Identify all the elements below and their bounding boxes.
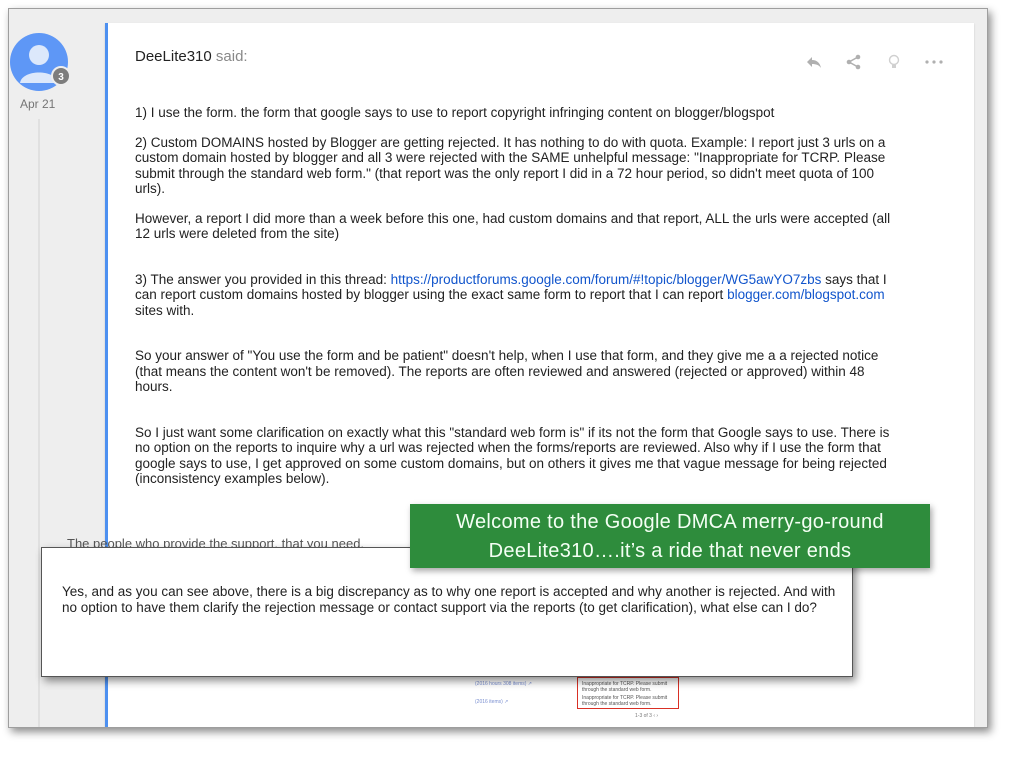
post-body: 1) I use the form. the form that google … <box>135 105 905 487</box>
post-count-badge: 3 <box>51 66 71 86</box>
post-header: DeeLite310 said: <box>135 48 248 65</box>
share-icon[interactable] <box>844 52 864 72</box>
mini-msg-2: Inappropriate for TCRP. Please submit th… <box>582 695 668 707</box>
paragraph-4: 3) The answer you provided in this threa… <box>135 272 905 319</box>
more-options-icon[interactable] <box>924 52 944 72</box>
post-actions <box>804 52 944 72</box>
mini-pagination[interactable]: 1-3 of 3 ‹ › <box>635 713 658 719</box>
idea-bulb-icon[interactable] <box>884 52 904 72</box>
reply-text: Yes, and as you can see above, there is … <box>62 584 836 615</box>
rejection-highlight: Inappropriate for TCRP. Please submit th… <box>577 677 679 709</box>
annotation-banner: Welcome to the Google DMCA merry-go-roun… <box>410 504 930 568</box>
paragraph-4-text: 3) The answer you provided in this threa… <box>135 271 391 287</box>
paragraph-4-text-end: sites with. <box>135 302 195 318</box>
paragraph-2: 2) Custom DOMAINS hosted by Blogger are … <box>135 134 886 197</box>
author-name[interactable]: DeeLite310 <box>135 48 212 65</box>
blogger-link[interactable]: blogger.com/blogspot.com <box>727 287 885 302</box>
paragraph-6: So I just want some clarification on exa… <box>135 424 890 487</box>
banner-line-1: Welcome to the Google DMCA merry-go-roun… <box>456 511 884 533</box>
paragraph-3: However, a report I did more than a week… <box>135 210 891 242</box>
thread-link[interactable]: https://productforums.google.com/forum/#… <box>391 272 822 287</box>
post-date: Apr 21 <box>20 97 56 111</box>
said-label: said: <box>211 48 248 65</box>
banner-line-2: DeeLite310….it’s a ride that never ends <box>488 540 852 562</box>
report-table-thumbnail: (2016 hours 308 items) ↗ (2016 items) ↗ … <box>355 675 685 725</box>
mini-link-1[interactable]: (2016 hours 308 items) ↗ <box>475 681 532 687</box>
paragraph-1: 1) I use the form. the form that google … <box>135 105 775 120</box>
mini-link-2[interactable]: (2016 items) ↗ <box>475 699 508 705</box>
mini-msg-1: Inappropriate for TCRP. Please submit th… <box>582 681 668 693</box>
reply-icon[interactable] <box>804 52 824 72</box>
paragraph-5: So your answer of "You use the form and … <box>135 348 879 394</box>
thread-line <box>38 119 40 727</box>
